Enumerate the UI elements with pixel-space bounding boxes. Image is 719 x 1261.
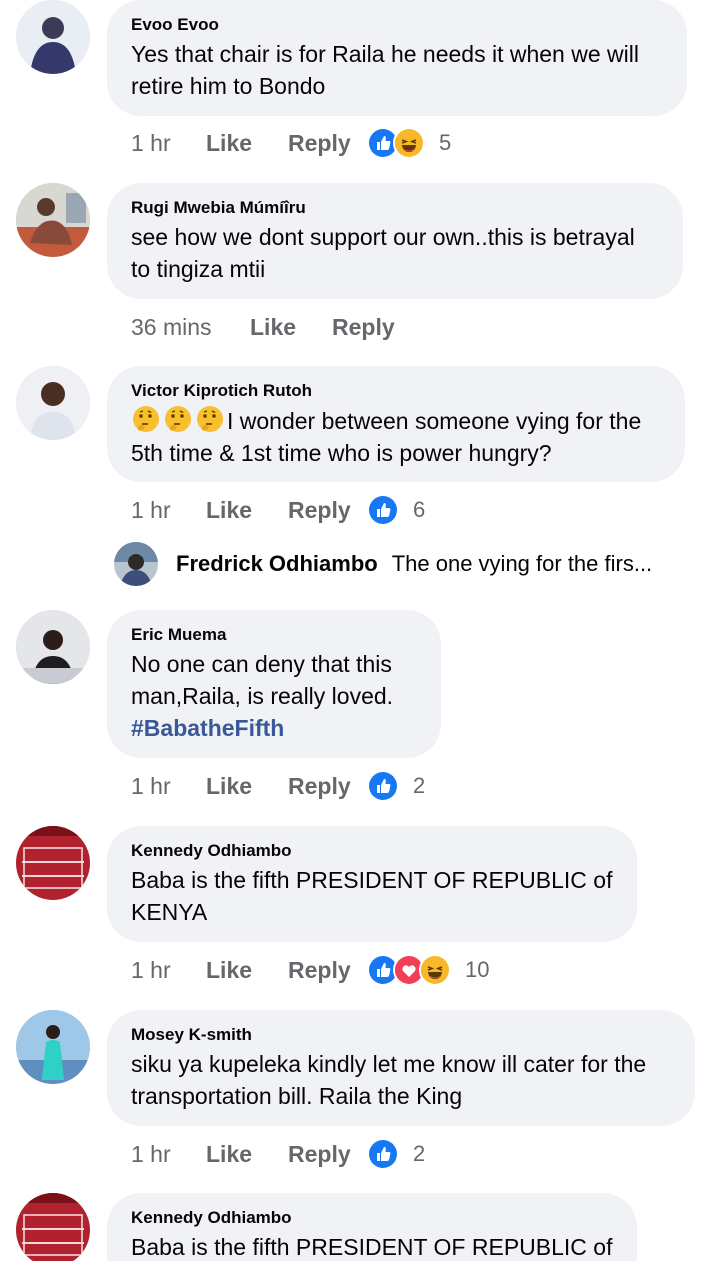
comment-author[interactable]: Evoo Evoo: [131, 14, 663, 36]
reply-author[interactable]: Fredrick Odhiambo: [176, 551, 378, 577]
avatar[interactable]: [16, 610, 90, 684]
avatar[interactable]: [16, 1193, 90, 1261]
reaction-summary[interactable]: 10: [367, 954, 489, 986]
avatar[interactable]: [16, 366, 90, 440]
comment-bubble: Eric Muema No one can deny that this man…: [107, 610, 441, 758]
haha-reaction-icon: [419, 954, 451, 986]
like-reaction-icon: [367, 494, 399, 526]
comment-author[interactable]: Kennedy Odhiambo: [131, 840, 613, 862]
reply-button[interactable]: Reply: [288, 773, 351, 800]
avatar[interactable]: [16, 183, 90, 257]
comment-time[interactable]: 1 hr: [131, 773, 171, 800]
comment-bubble: Evoo Evoo Yes that chair is for Raila he…: [107, 0, 687, 116]
comment-actions: 36 mins Like Reply: [131, 310, 531, 344]
comment-author[interactable]: Kennedy Odhiambo: [131, 1207, 613, 1229]
avatar[interactable]: [16, 826, 90, 900]
hashtag-link[interactable]: #BabatheFifth: [131, 712, 417, 744]
comment-time[interactable]: 1 hr: [131, 1141, 171, 1168]
comment-author[interactable]: Eric Muema: [131, 624, 417, 646]
comment-time[interactable]: 1 hr: [131, 497, 171, 524]
like-button[interactable]: Like: [206, 1141, 252, 1168]
comment-actions: 1 hr Like Reply 2: [131, 1137, 691, 1171]
like-button[interactable]: Like: [206, 957, 252, 984]
reply-button[interactable]: Reply: [288, 130, 351, 157]
reply-preview[interactable]: Fredrick Odhiambo The one vying for the …: [114, 542, 714, 586]
avatar[interactable]: [16, 0, 90, 74]
comment-actions: 1 hr Like Reply 5: [131, 126, 691, 160]
comment-author[interactable]: Mosey K-smith: [131, 1024, 671, 1046]
comment-actions: 1 hr Like Reply 10: [131, 953, 691, 987]
like-reaction-icon: [367, 1138, 399, 1170]
comment-text: Baba is the fifth PRESIDENT OF REPUBLIC …: [131, 867, 613, 925]
reaction-summary[interactable]: 6: [367, 494, 425, 526]
reply-avatar[interactable]: [114, 542, 158, 586]
comment-actions: 1 hr Like Reply 6: [131, 493, 691, 527]
comment-actions: 1 hr Like Reply 2: [131, 769, 691, 803]
comment-text: I wonder between someone vying for the 5…: [131, 404, 661, 469]
comment-author[interactable]: Rugi Mwebia Múmíîru: [131, 197, 659, 219]
reply-button[interactable]: Reply: [288, 497, 351, 524]
reaction-summary[interactable]: 2: [367, 770, 425, 802]
like-button[interactable]: Like: [206, 130, 252, 157]
comment-bubble: Mosey K-smith siku ya kupeleka kindly le…: [107, 1010, 695, 1126]
comment-bubble: Kennedy Odhiambo Baba is the fifth PRESI…: [107, 1193, 637, 1261]
reaction-summary[interactable]: 5: [367, 127, 451, 159]
reaction-count: 6: [413, 497, 426, 522]
reply-button[interactable]: Reply: [288, 957, 351, 984]
haha-reaction-icon: [393, 127, 425, 159]
comment-bubble: Rugi Mwebia Múmíîru see how we dont supp…: [107, 183, 683, 299]
thinking-face-icon: [131, 404, 161, 434]
reaction-summary[interactable]: 2: [367, 1138, 425, 1170]
reply-button[interactable]: Reply: [288, 1141, 351, 1168]
comment-bubble: Kennedy Odhiambo Baba is the fifth PRESI…: [107, 826, 637, 942]
comment-time[interactable]: 36 mins: [131, 314, 212, 341]
comment-text: Baba is the fifth PRESIDENT OF REPUBLIC …: [131, 1234, 613, 1260]
comment-text: siku ya kupeleka kindly let me know ill …: [131, 1051, 647, 1109]
like-button[interactable]: Like: [206, 497, 252, 524]
comment-bubble: Victor Kiprotich Rutoh I wonder between …: [107, 366, 685, 482]
comment-text: Yes that chair is for Raila he needs it …: [131, 41, 639, 99]
reaction-count: 10: [465, 957, 490, 982]
reply-text: The one vying for the firs...: [391, 551, 653, 576]
comment-text: No one can deny that this man,Raila, is …: [131, 651, 394, 709]
reaction-count: 2: [413, 1141, 426, 1166]
comment-time[interactable]: 1 hr: [131, 957, 171, 984]
reaction-count: 2: [413, 773, 426, 798]
comment-author[interactable]: Victor Kiprotich Rutoh: [131, 380, 661, 402]
like-reaction-icon: [367, 770, 399, 802]
like-button[interactable]: Like: [250, 314, 296, 341]
thinking-face-icon: [163, 404, 193, 434]
like-button[interactable]: Like: [206, 773, 252, 800]
thinking-face-icon: [195, 404, 225, 434]
avatar[interactable]: [16, 1010, 90, 1084]
reply-button[interactable]: Reply: [332, 314, 395, 341]
comment-time[interactable]: 1 hr: [131, 130, 171, 157]
comment-text: see how we dont support our own..this is…: [131, 224, 635, 282]
reaction-count: 5: [439, 130, 452, 155]
